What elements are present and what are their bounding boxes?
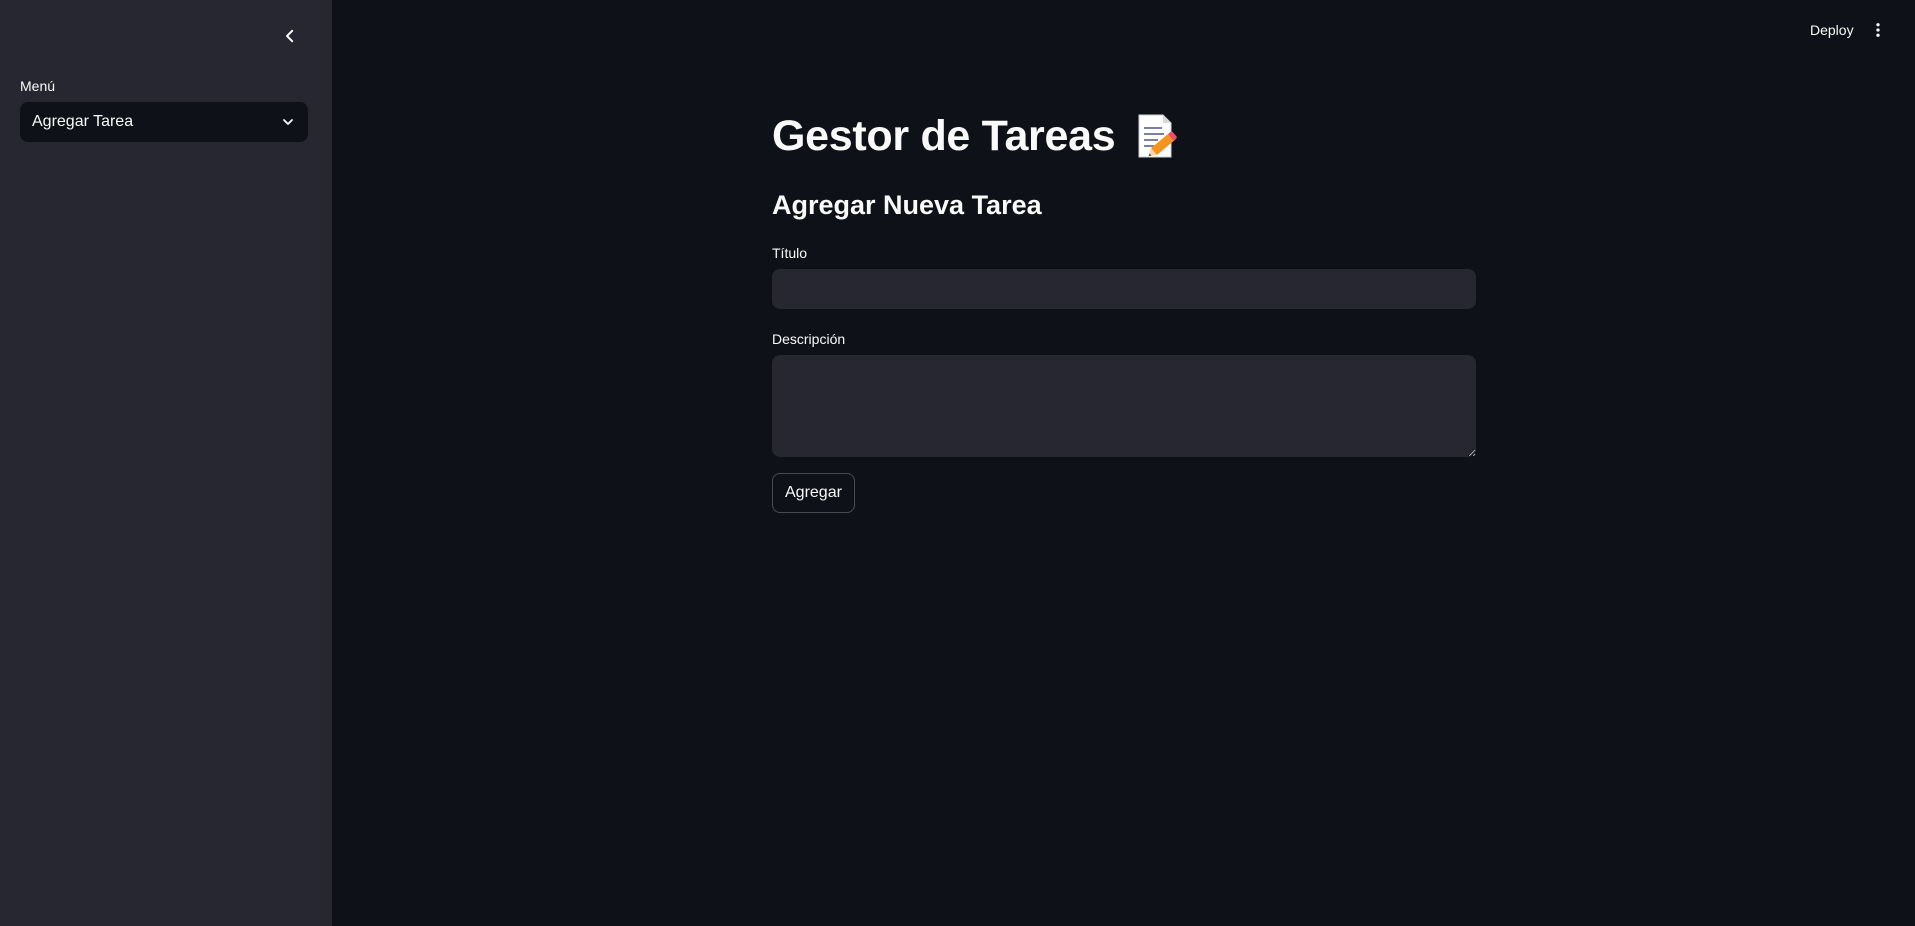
section-subheader: Agregar Nueva Tarea bbox=[772, 190, 1042, 220]
sidebar-collapse-button[interactable] bbox=[276, 22, 304, 50]
page-title: Gestor de Tareas bbox=[772, 111, 1116, 160]
chevron-down-icon bbox=[283, 119, 293, 125]
description-textarea[interactable] bbox=[772, 355, 1476, 457]
title-input[interactable] bbox=[772, 269, 1476, 309]
description-field-label: Descripción bbox=[772, 331, 846, 347]
menu-select[interactable]: Agregar Tarea bbox=[20, 102, 308, 142]
title-field-label: Título bbox=[772, 245, 808, 261]
deploy-button[interactable]: Deploy bbox=[1800, 18, 1864, 42]
menu-select-value: Agregar Tarea bbox=[32, 113, 134, 130]
main-content: Gestor de Tareas Agregar Nueva Tarea Tít… bbox=[772, 100, 1476, 513]
memo-icon bbox=[1138, 114, 1178, 158]
chevron-left-icon bbox=[286, 29, 294, 43]
main-menu-button[interactable] bbox=[1864, 16, 1892, 44]
vertical-dots-icon bbox=[1876, 23, 1880, 37]
title-row: Gestor de Tareas bbox=[772, 100, 1476, 172]
add-task-button[interactable]: Agregar bbox=[772, 473, 855, 513]
menu-label: Menú bbox=[20, 78, 56, 94]
app: Menú Agregar Tarea Deploy Gestor de Tare… bbox=[0, 0, 1915, 926]
sidebar: Menú Agregar Tarea bbox=[0, 0, 332, 926]
